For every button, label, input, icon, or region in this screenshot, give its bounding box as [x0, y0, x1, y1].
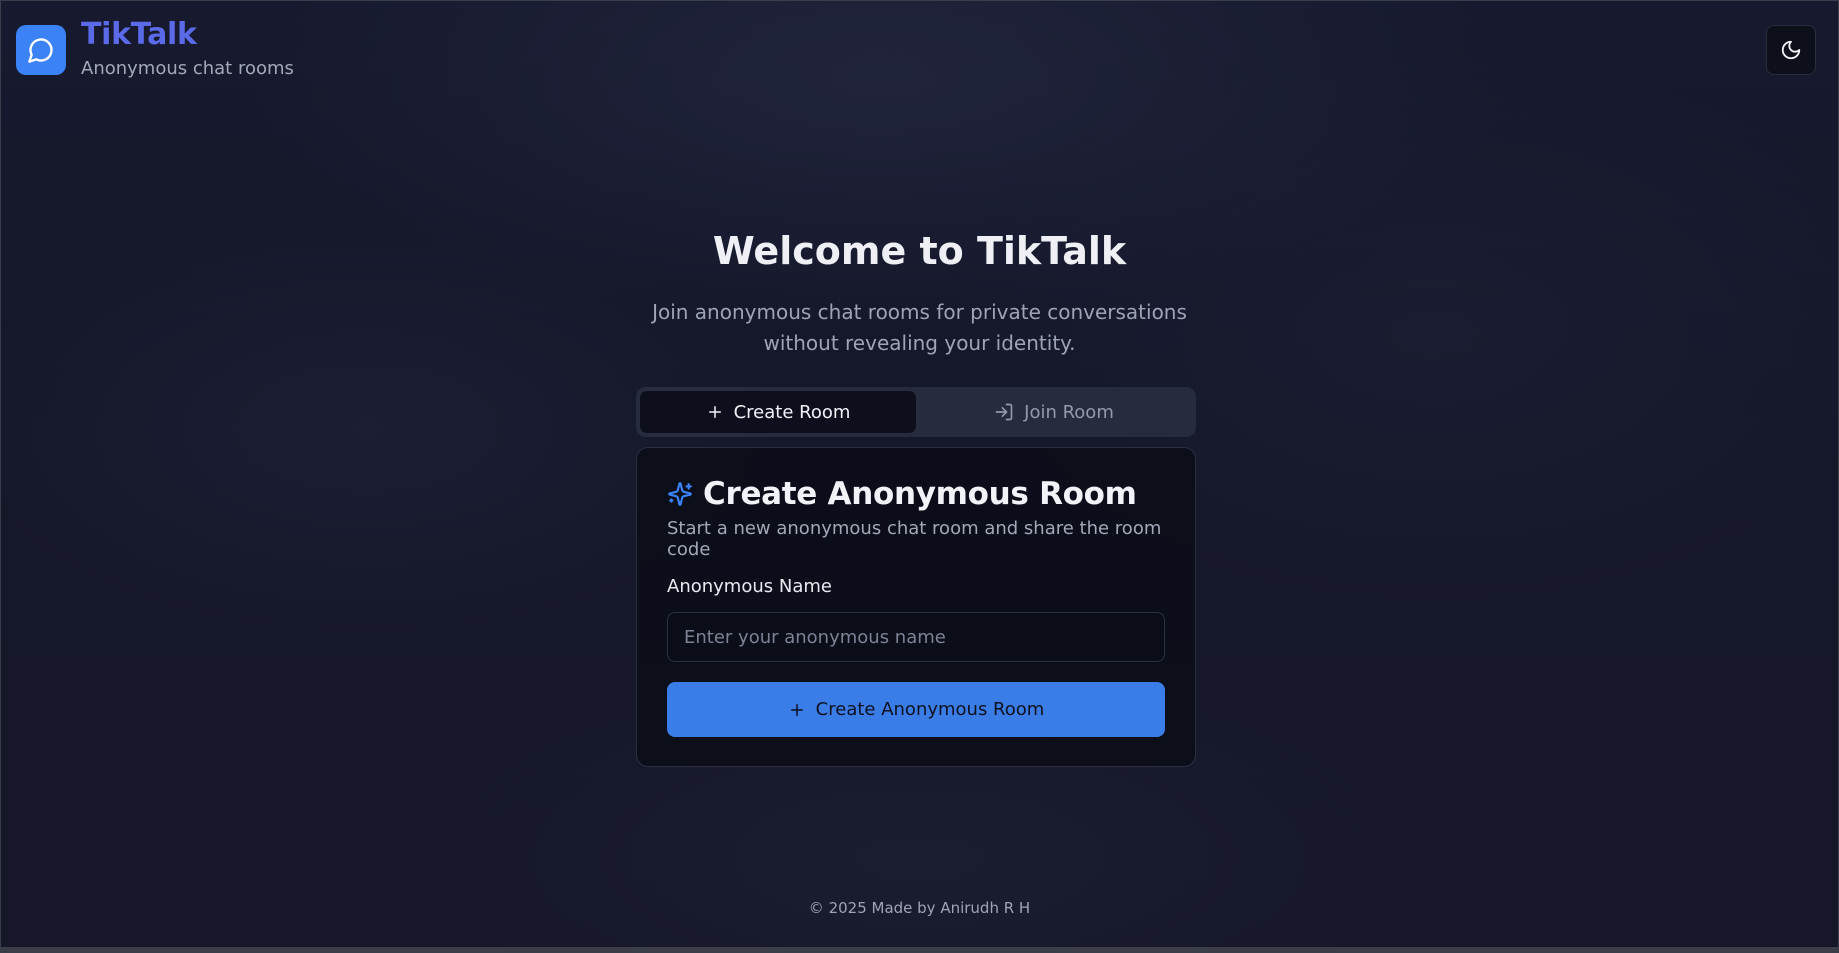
anonymous-name-input[interactable] [667, 612, 1165, 662]
brand-title: TikTalk [81, 17, 197, 52]
room-tabs: Create Room Join Room [636, 387, 1196, 437]
button-label: Create Anonymous Room [815, 699, 1045, 720]
moon-icon [1780, 39, 1802, 61]
footer-credit: © 2025 Made by Anirudh R H [808, 899, 1031, 917]
log-in-icon [994, 402, 1014, 422]
create-anonymous-room-button[interactable]: Create Anonymous Room [667, 682, 1165, 737]
tab-label: Create Room [733, 401, 851, 423]
card-description: Start a new anonymous chat room and shar… [667, 518, 1162, 560]
card-header: Create Anonymous Room [667, 476, 1137, 512]
tab-label: Join Room [1024, 401, 1114, 423]
app-header: TikTalk Anonymous chat rooms [1, 1, 1838, 99]
message-circle-icon [27, 36, 55, 64]
bottom-scrollbar [1, 947, 1838, 952]
brand-subtitle: Anonymous chat rooms [81, 58, 294, 79]
page-subtitle: Join anonymous chat rooms for private co… [652, 300, 1187, 355]
card-title: Create Anonymous Room [703, 476, 1137, 512]
tab-create-room[interactable]: Create Room [640, 391, 916, 433]
logo [16, 25, 66, 75]
plus-icon [706, 403, 724, 421]
page-title: Welcome to TikTalk [712, 229, 1127, 273]
tab-join-room[interactable]: Join Room [916, 391, 1192, 433]
theme-toggle-button[interactable] [1766, 25, 1816, 75]
plus-icon [788, 701, 806, 719]
create-room-card: Create Anonymous Room Start a new anonym… [636, 447, 1196, 767]
anonymous-name-label: Anonymous Name [667, 576, 832, 597]
sparkles-icon [667, 481, 693, 507]
